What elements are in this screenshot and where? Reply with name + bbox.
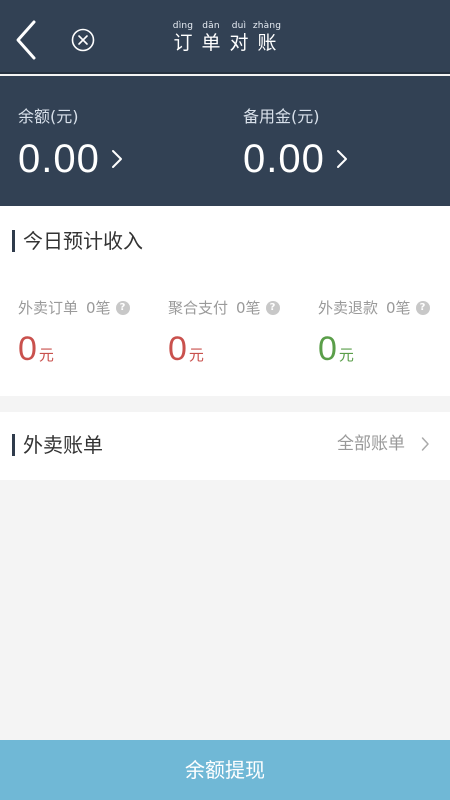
stat-count: 0笔 <box>86 299 111 317</box>
title-char: duì 对 <box>226 20 252 60</box>
stat-number: 0 <box>18 330 37 368</box>
stat-number: 0 <box>168 330 187 368</box>
all-bills-link[interactable]: 全部账单 <box>337 432 430 456</box>
title-char: dìng 订 <box>170 20 196 60</box>
stat-number: 0 <box>318 330 337 368</box>
back-button[interactable] <box>10 18 44 62</box>
title-pinyin: zhàng <box>252 21 282 31</box>
top-bar: dìng 订 dān 单 duì 对 zhàng 账 <box>0 0 450 74</box>
income-title: 今日预计收入 <box>12 228 143 254</box>
title-pinyin: dān <box>202 21 220 31</box>
stat-unit: 元 <box>38 346 54 364</box>
reserve-value: 0.00 <box>243 137 325 181</box>
help-icon[interactable]: ? <box>265 301 280 315</box>
bills-section: 外卖账单 全部账单 <box>0 412 450 480</box>
stat-header: 外卖订单 0笔 ? <box>18 298 130 318</box>
section-accent-bar <box>12 434 15 456</box>
stat-value: 0 元 <box>18 330 130 368</box>
help-icon[interactable]: ? <box>115 301 130 315</box>
stat-header: 聚合支付 0笔 ? <box>168 298 280 318</box>
stat-delivery-refunds[interactable]: 外卖退款 0笔 ? 0 元 <box>318 298 430 368</box>
stat-delivery-orders[interactable]: 外卖订单 0笔 ? 0 元 <box>18 298 130 368</box>
close-circle-icon <box>71 28 95 52</box>
reserve-amount: 0.00 <box>243 136 349 182</box>
stat-header: 外卖退款 0笔 ? <box>318 298 430 318</box>
title-hanzi: 对 <box>229 32 249 54</box>
title-hanzi: 单 <box>201 32 221 54</box>
chevron-right-icon <box>111 150 122 168</box>
stat-unit: 元 <box>338 346 354 364</box>
stat-value: 0 元 <box>168 330 280 368</box>
bills-title: 外卖账单 <box>12 432 103 458</box>
chevron-right-icon <box>336 150 347 168</box>
help-icon[interactable]: ? <box>415 301 430 315</box>
title-hanzi: 账 <box>257 32 277 54</box>
reserve-block[interactable]: 备用金(元) 0.00 <box>243 106 349 182</box>
stat-aggregate-payment[interactable]: 聚合支付 0笔 ? 0 元 <box>168 298 280 368</box>
title-pinyin: duì <box>231 21 247 31</box>
chevron-right-icon <box>421 437 429 451</box>
title-char: dān 单 <box>198 20 224 60</box>
balance-label: 余额(元) <box>18 107 79 126</box>
section-accent-bar <box>12 230 15 252</box>
bills-title-text: 外卖账单 <box>23 433 103 457</box>
title-hanzi: 订 <box>173 32 193 54</box>
title-pinyin: dìng <box>172 21 194 31</box>
balance-value: 0.00 <box>18 137 100 181</box>
chevron-left-icon <box>16 20 36 60</box>
income-section: 今日预计收入 外卖订单 0笔 ? 0 元 聚合支付 0笔 ? 0 元 外卖退款 … <box>0 206 450 396</box>
stat-count: 0笔 <box>386 299 411 317</box>
balance-panel: 余额(元) 0.00 备用金(元) 0.00 <box>0 76 450 206</box>
all-bills-label: 全部账单 <box>337 434 405 454</box>
title-char: zhàng 账 <box>252 20 282 60</box>
close-button[interactable] <box>70 27 96 53</box>
balance-block[interactable]: 余额(元) 0.00 <box>18 106 124 182</box>
stat-unit: 元 <box>188 346 204 364</box>
stat-label: 聚合支付 <box>168 299 229 317</box>
income-title-text: 今日预计收入 <box>23 229 143 253</box>
stat-label: 外卖订单 <box>18 299 79 317</box>
page-title: dìng 订 dān 单 duì 对 zhàng 账 <box>170 20 282 60</box>
withdraw-button[interactable]: 余额提现 <box>0 740 450 800</box>
reserve-label: 备用金(元) <box>243 107 320 126</box>
balance-amount: 0.00 <box>18 136 124 182</box>
stat-label: 外卖退款 <box>318 299 379 317</box>
stat-value: 0 元 <box>318 330 430 368</box>
stat-count: 0笔 <box>236 299 261 317</box>
